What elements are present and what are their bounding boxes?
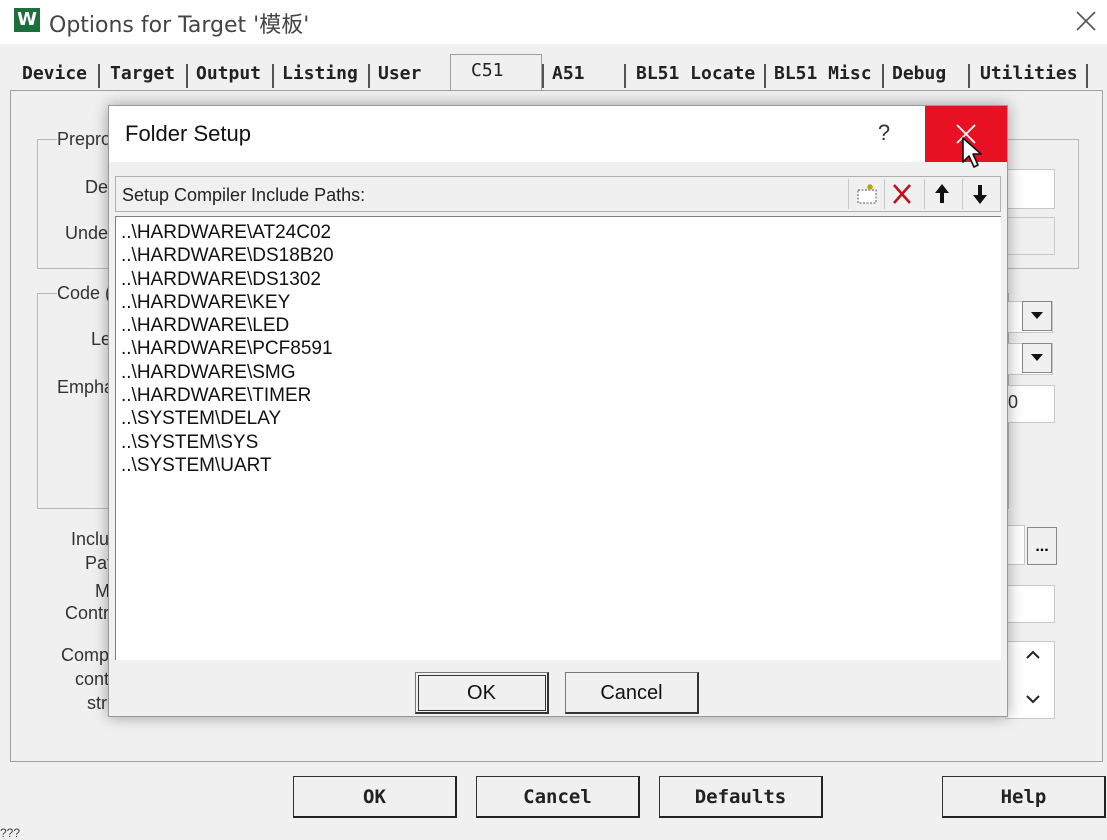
list-item[interactable]: ..\HARDWARE\KEY xyxy=(121,291,1001,314)
tab-target[interactable]: Target xyxy=(102,58,184,90)
dialog-title: Folder Setup xyxy=(125,121,251,146)
undefine-label: Unde xyxy=(65,223,109,243)
delete-icon xyxy=(892,184,911,204)
move-up-icon xyxy=(934,184,949,203)
compiler-control-label-line2: cont xyxy=(75,669,110,689)
include-paths-field[interactable] xyxy=(1005,525,1025,565)
dropdown-arrow-icon xyxy=(1031,354,1043,361)
window-title: Options for Target '模板' xyxy=(49,13,310,38)
list-item[interactable]: ..\HARDWARE\AT24C02 xyxy=(121,221,1001,244)
help-button[interactable]: Help xyxy=(942,776,1106,818)
misc-controls-field[interactable] xyxy=(1005,585,1055,623)
window-titlebar: W Options for Target '模板' xyxy=(0,0,1107,44)
folder-setup-dialog: Folder Setup ? Setup Compiler Include Pa… xyxy=(108,105,1008,717)
tab-bl51-locate[interactable]: BL51 Locate xyxy=(628,58,764,90)
new-folder-icon xyxy=(857,184,876,204)
tab-separator xyxy=(98,64,100,88)
emphasis-dropdown-button[interactable] xyxy=(1022,343,1052,373)
tab-bl51-misc[interactable]: BL51 Misc xyxy=(766,58,882,90)
tab-output[interactable]: Output xyxy=(188,58,270,90)
cancel-button[interactable]: Cancel xyxy=(476,776,640,818)
tab-separator xyxy=(968,64,970,88)
delete-path-button[interactable] xyxy=(884,179,918,209)
scroll-up-icon[interactable] xyxy=(1026,650,1040,660)
tab-device[interactable]: Device xyxy=(14,58,98,90)
status-text: ??? xyxy=(0,826,21,840)
undefine-field[interactable] xyxy=(1005,217,1055,255)
tab-separator xyxy=(1086,64,1088,88)
tab-user[interactable]: User xyxy=(370,58,450,90)
dialog-cancel-button[interactable]: Cancel xyxy=(565,672,699,714)
tab-a51[interactable]: A51 xyxy=(544,58,624,90)
tab-utilities[interactable]: Utilities xyxy=(972,58,1084,90)
include-paths-header: Setup Compiler Include Paths: xyxy=(115,176,1001,212)
ok-button[interactable]: OK xyxy=(293,776,457,818)
window-close-button[interactable] xyxy=(1068,4,1104,38)
level-dropdown-button[interactable] xyxy=(1022,301,1052,331)
tab-listing[interactable]: Listing xyxy=(274,58,368,90)
list-item[interactable]: ..\HARDWARE\LED xyxy=(121,314,1001,337)
list-item[interactable]: ..\HARDWARE\SMG xyxy=(121,361,1001,384)
emphasis-value-field[interactable]: 0 xyxy=(1005,385,1055,423)
tab-debug[interactable]: Debug xyxy=(884,58,968,90)
dialog-titlebar: Folder Setup ? xyxy=(109,106,1007,168)
include-paths-label-line1: Inclu xyxy=(71,529,110,549)
emphasis-label: Empha xyxy=(57,377,115,397)
move-down-icon xyxy=(972,185,987,204)
preprocessor-group-label: Prepro xyxy=(57,129,116,150)
list-item[interactable]: ..\HARDWARE\DS18B20 xyxy=(121,244,1001,267)
tab-c51[interactable]: C51 xyxy=(450,54,542,90)
new-path-button[interactable] xyxy=(848,179,882,209)
code-optimization-group-label: Code ( xyxy=(57,283,116,304)
include-paths-browse-button[interactable]: ... xyxy=(1027,527,1057,565)
define-label: De xyxy=(85,177,109,197)
mouse-cursor-icon xyxy=(962,137,982,168)
compiler-control-string-box xyxy=(1005,641,1055,719)
define-field[interactable] xyxy=(1005,169,1055,209)
tab-separator xyxy=(624,64,626,88)
close-icon xyxy=(1076,11,1096,31)
list-item[interactable]: ..\HARDWARE\DS1302 xyxy=(121,268,1001,291)
scroll-down-icon[interactable] xyxy=(1026,694,1040,704)
move-up-button[interactable] xyxy=(924,179,958,209)
list-item[interactable]: ..\HARDWARE\PCF8591 xyxy=(121,337,1001,360)
uvision-app-icon: W xyxy=(14,8,40,32)
move-down-button[interactable] xyxy=(962,179,996,209)
dialog-ok-button[interactable]: OK xyxy=(415,672,549,714)
include-paths-label: Setup Compiler Include Paths: xyxy=(122,185,366,205)
emphasis-value-text: 0 xyxy=(1008,392,1019,412)
include-paths-list[interactable]: ..\HARDWARE\AT24C02 ..\HARDWARE\DS18B20 … xyxy=(115,216,1001,660)
defaults-button[interactable]: Defaults xyxy=(659,776,823,818)
list-item[interactable]: ..\SYSTEM\UART xyxy=(121,454,1001,477)
list-item[interactable]: ..\HARDWARE\TIMER xyxy=(121,384,1001,407)
dropdown-arrow-icon xyxy=(1031,312,1043,319)
list-item[interactable]: ..\SYSTEM\SYS xyxy=(121,431,1001,454)
compiler-control-label-line1: Comp xyxy=(61,645,110,665)
options-tabstrip: Device Target Output Listing User C51 A5… xyxy=(10,54,1100,90)
dialog-help-button[interactable]: ? xyxy=(869,118,899,148)
misc-controls-label-line2: Contr xyxy=(65,603,110,623)
list-item[interactable]: ..\SYSTEM\DELAY xyxy=(121,407,1001,430)
